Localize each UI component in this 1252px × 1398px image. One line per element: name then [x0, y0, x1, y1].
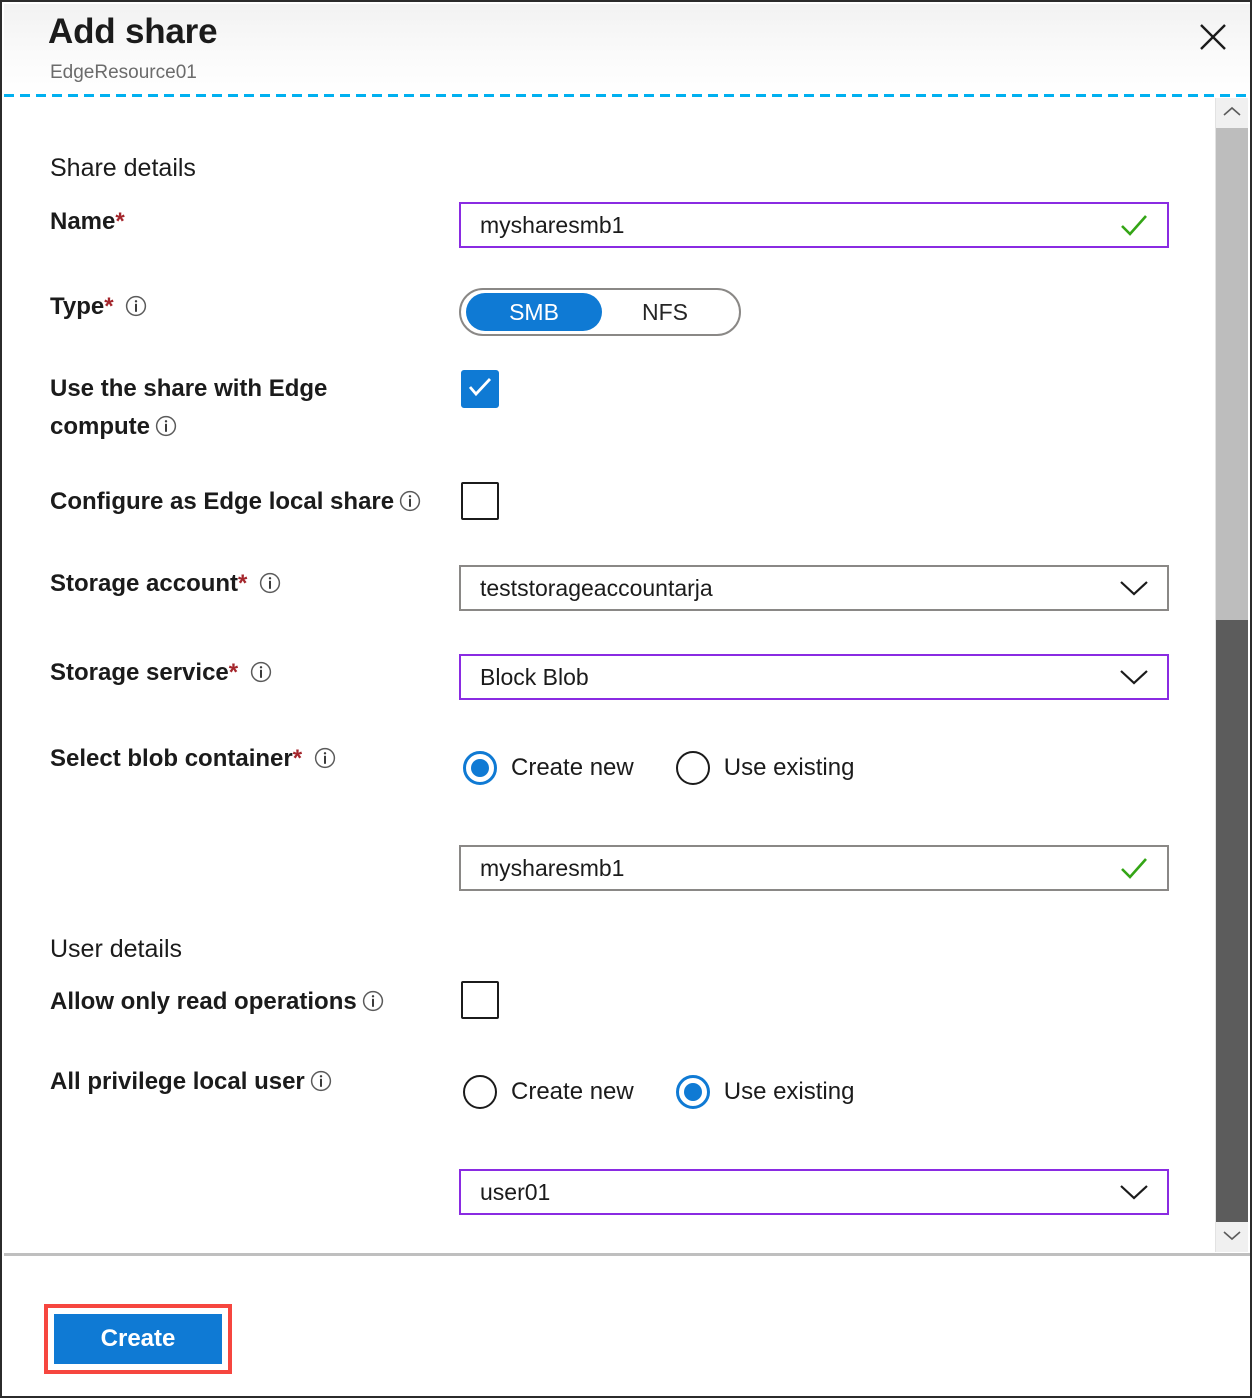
page-subtitle: EdgeResource01: [50, 62, 197, 84]
blob-container-name-input[interactable]: mysharesmb1: [459, 845, 1169, 891]
info-icon[interactable]: [250, 661, 272, 683]
close-icon: [1197, 21, 1229, 53]
label-storage-account: Storage account*: [50, 565, 281, 603]
create-button-highlight: Create: [44, 1304, 232, 1374]
add-share-blade: Add share EdgeResource01 Share details N…: [0, 0, 1252, 1398]
info-icon[interactable]: [362, 990, 384, 1012]
section-heading-share-details: Share details: [50, 154, 196, 183]
radio-unselected-icon: [676, 751, 710, 785]
radio-selected-icon: [463, 751, 497, 785]
form-scrollbar[interactable]: [1215, 98, 1248, 1252]
edge-compute-checkbox[interactable]: [461, 370, 499, 408]
name-input-value: mysharesmb1: [461, 212, 1117, 239]
storage-service-value: Block Blob: [461, 664, 1117, 691]
scrollbar-thumb[interactable]: [1216, 620, 1248, 1222]
blob-container-radio-create-new[interactable]: Create new: [463, 751, 634, 785]
chevron-down-icon: [1223, 1228, 1241, 1246]
local-user-radio-create-new[interactable]: Create new: [463, 1075, 634, 1109]
local-user-radio-use-existing[interactable]: Use existing: [676, 1075, 855, 1109]
blob-container-radio-use-existing[interactable]: Use existing: [676, 751, 855, 785]
checkmark-icon: [1117, 856, 1151, 880]
info-icon[interactable]: [155, 415, 177, 437]
chevron-down-icon: [1117, 668, 1151, 686]
info-icon[interactable]: [399, 490, 421, 512]
label-local-user: All privilege local user: [50, 1063, 332, 1101]
blob-container-radio-group: Create new Use existing: [463, 751, 854, 785]
label-blob-container: Select blob container*: [50, 740, 336, 778]
page-title: Add share: [48, 12, 217, 52]
label-type: Type*: [50, 288, 147, 326]
local-user-dropdown[interactable]: user01: [459, 1169, 1169, 1215]
chevron-down-icon: [1117, 1183, 1151, 1201]
blob-container-use-existing-label: Use existing: [724, 754, 855, 782]
radio-selected-icon: [676, 1075, 710, 1109]
label-edge-local-share: Configure as Edge local share: [50, 483, 421, 521]
label-edge-compute: Use the share with Edge compute: [50, 370, 380, 446]
storage-account-value: teststorageaccountarja: [461, 575, 1117, 602]
checkmark-icon: [1117, 213, 1151, 237]
close-button[interactable]: [1190, 14, 1236, 60]
info-icon[interactable]: [310, 1070, 332, 1092]
storage-service-dropdown[interactable]: Block Blob: [459, 654, 1169, 700]
blade-footer: Create: [4, 1256, 1252, 1398]
name-input[interactable]: mysharesmb1: [459, 202, 1169, 248]
blade-header: Add share EdgeResource01: [4, 4, 1252, 96]
blob-container-create-new-label: Create new: [511, 754, 634, 782]
type-option-smb[interactable]: SMB: [466, 293, 602, 331]
local-user-value: user01: [461, 1179, 1117, 1206]
section-heading-user-details: User details: [50, 935, 182, 964]
header-divider: [4, 94, 1252, 97]
read-only-checkbox[interactable]: [461, 981, 499, 1019]
info-icon[interactable]: [259, 572, 281, 594]
checkmark-icon: [468, 377, 492, 402]
scroll-up-button[interactable]: [1216, 98, 1248, 128]
chevron-down-icon: [1117, 579, 1151, 597]
local-user-use-existing-label: Use existing: [724, 1078, 855, 1106]
form-scroll-region: Share details Name* mysharesmb1 Type*: [4, 98, 1220, 1252]
create-button[interactable]: Create: [54, 1314, 222, 1364]
blob-container-name-value: mysharesmb1: [461, 855, 1117, 882]
info-icon[interactable]: [314, 747, 336, 769]
info-icon[interactable]: [125, 295, 147, 317]
local-user-create-new-label: Create new: [511, 1078, 634, 1106]
storage-account-dropdown[interactable]: teststorageaccountarja: [459, 565, 1169, 611]
label-storage-service: Storage service*: [50, 654, 272, 692]
label-read-only: Allow only read operations: [50, 983, 384, 1021]
type-option-nfs[interactable]: NFS: [602, 293, 728, 331]
label-name: Name*: [50, 203, 125, 241]
edge-local-share-checkbox[interactable]: [461, 482, 499, 520]
chevron-up-icon: [1223, 104, 1241, 122]
type-toggle[interactable]: SMB NFS: [459, 288, 741, 336]
scrollbar-track[interactable]: [1216, 128, 1248, 1222]
local-user-radio-group: Create new Use existing: [463, 1075, 854, 1109]
radio-unselected-icon: [463, 1075, 497, 1109]
scroll-down-button[interactable]: [1216, 1222, 1248, 1252]
